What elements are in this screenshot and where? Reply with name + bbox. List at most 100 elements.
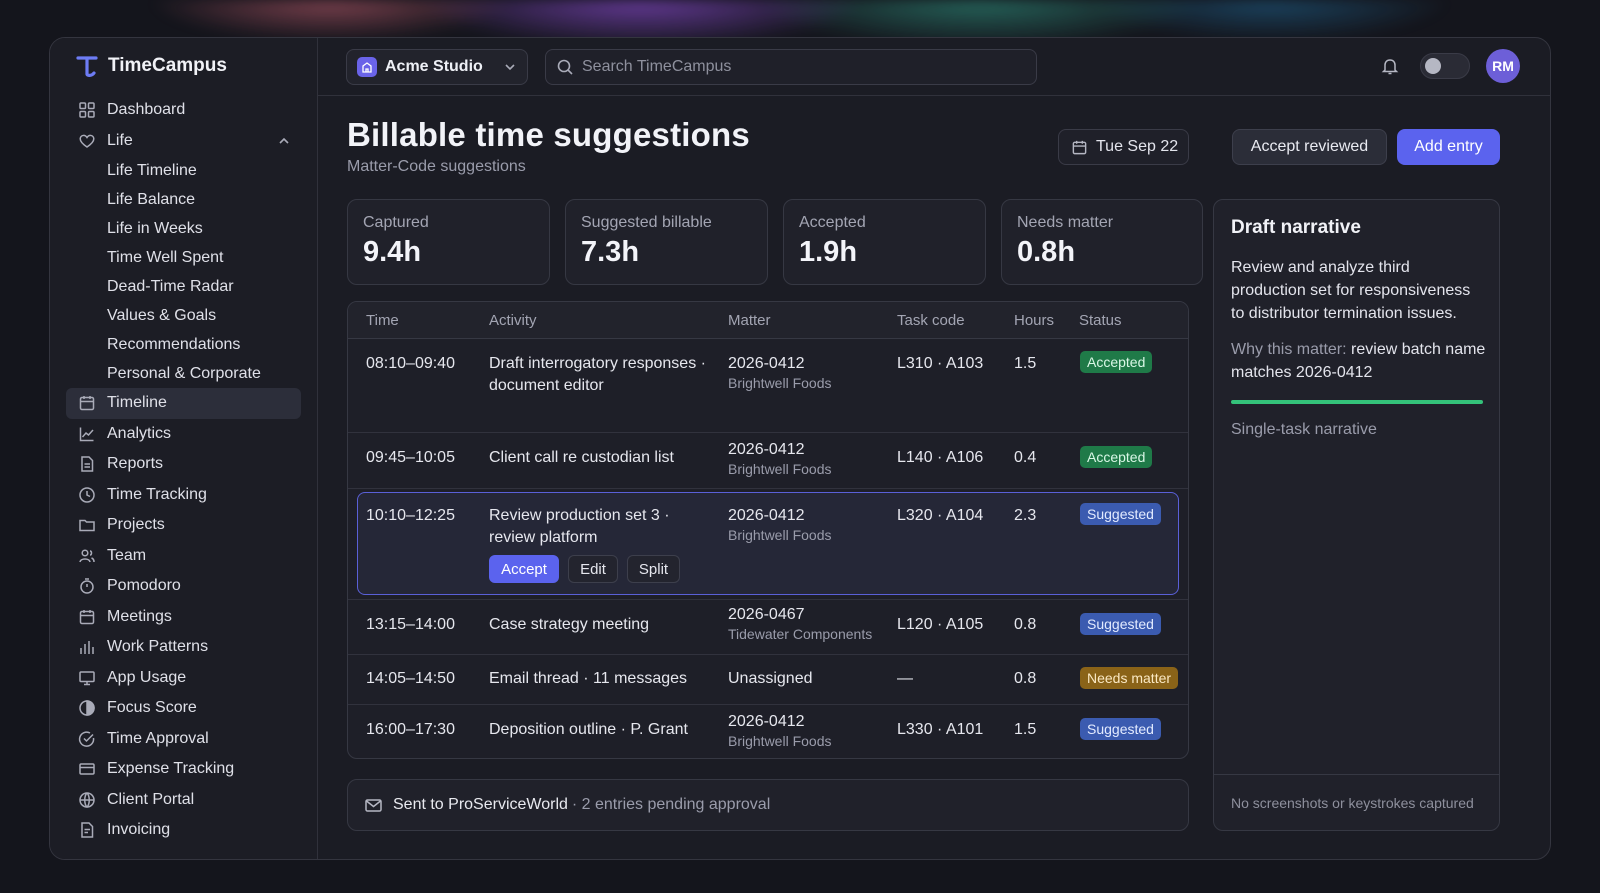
row-activity: Case strategy meeting xyxy=(489,616,650,633)
sidebar-item-work-patterns[interactable]: Work Patterns xyxy=(66,632,301,663)
table-row[interactable]: 14:05–14:50 Email thread · 11 messages U… xyxy=(348,655,1188,705)
sidebar-item-life[interactable]: Life xyxy=(66,126,301,157)
sidebar-item-client-portal[interactable]: Client Portal xyxy=(66,785,301,816)
sidebar-item-label: Life Balance xyxy=(107,190,196,208)
sidebar-item-life-balance[interactable]: Life Balance xyxy=(66,185,301,214)
col-time[interactable]: Time xyxy=(366,312,399,329)
sidebar-item-recommendations[interactable]: Recommendations xyxy=(66,330,301,359)
sidebar-item-life-timeline[interactable]: Life Timeline xyxy=(66,156,301,185)
sidebar-item-time-tracking[interactable]: Time Tracking xyxy=(66,480,301,511)
timecampus-logo-icon xyxy=(76,56,98,77)
split-button[interactable]: Split xyxy=(627,555,680,583)
row-matter: 2026-0467 Tidewater Components xyxy=(728,606,872,642)
edit-button[interactable]: Edit xyxy=(568,555,618,583)
sidebar-item-projects[interactable]: Projects xyxy=(66,510,301,541)
dashboard-icon xyxy=(78,101,96,119)
sidebar-item-time-well-spent[interactable]: Time Well Spent xyxy=(66,243,301,272)
status-badge: Accepted xyxy=(1080,351,1153,373)
avatar[interactable]: RM xyxy=(1486,49,1520,83)
narrative-text[interactable]: Review and analyze third production set … xyxy=(1231,256,1487,325)
date-label: Tue Sep 22 xyxy=(1096,138,1179,155)
add-entry-button[interactable]: Add entry xyxy=(1397,129,1500,165)
sidebar-item-label: Time Tracking xyxy=(107,485,207,503)
check-circle-icon xyxy=(78,730,96,748)
folder-icon xyxy=(78,516,96,534)
date-picker-button[interactable]: Tue Sep 22 xyxy=(1058,129,1189,165)
sidebar-item-reports[interactable]: Reports xyxy=(66,449,301,480)
table-header: Time Activity Matter Task code Hours Sta… xyxy=(348,302,1188,339)
table-row[interactable]: 09:45–10:05 Client call re custodian lis… xyxy=(348,433,1188,489)
sidebar-item-label: Projects xyxy=(107,516,165,534)
sidebar-item-analytics[interactable]: Analytics xyxy=(66,419,301,450)
sidebar-item-expense-tracking[interactable]: Expense Tracking xyxy=(66,754,301,785)
sidebar-item-dead-time-radar[interactable]: Dead-Time Radar xyxy=(66,272,301,301)
accept-button[interactable]: Accept xyxy=(489,555,559,583)
col-matter[interactable]: Matter xyxy=(728,312,771,329)
sidebar-item-label: Timeline xyxy=(107,394,167,412)
row-matter: 2026-0412 Brightwell Foods xyxy=(728,441,832,477)
sidebar-item-focus-score[interactable]: Focus Score xyxy=(66,693,301,724)
sidebar-item-label: Time Approval xyxy=(107,729,209,747)
sync-destination: Sent to ProServiceWorld xyxy=(393,796,568,813)
col-activity[interactable]: Activity xyxy=(489,312,537,329)
building-icon xyxy=(357,56,377,77)
sidebar-item-label: Meetings xyxy=(107,607,172,625)
stat-label: Captured xyxy=(363,214,429,231)
sidebar-item-label: App Usage xyxy=(107,668,187,686)
table-row[interactable]: 13:15–14:00 Case strategy meeting 2026-0… xyxy=(348,600,1188,655)
row-matter: Unassigned xyxy=(728,670,813,687)
matter-code: 2026-0412 xyxy=(728,713,805,730)
sidebar-item-timeline[interactable]: Timeline xyxy=(66,388,301,419)
chevron-up-icon[interactable] xyxy=(277,134,291,148)
sidebar-item-dashboard[interactable]: Dashboard xyxy=(66,95,301,126)
monitor-icon xyxy=(78,669,96,687)
suggestions-table: Time Activity Matter Task code Hours Sta… xyxy=(347,301,1189,759)
table-row[interactable]: 16:00–17:30 Deposition outline · P. Gran… xyxy=(348,705,1188,758)
table-row[interactable]: 08:10–09:40 Draft interrogatory response… xyxy=(348,339,1188,433)
search-input[interactable]: Search TimeCampus xyxy=(545,48,1037,85)
row-hours: 2.3 xyxy=(1014,507,1037,524)
bell-icon[interactable] xyxy=(1380,56,1400,76)
row-time: 14:05–14:50 xyxy=(366,670,455,687)
app-window: TimeCampus Dashboard Life Life Timeline … xyxy=(49,37,1551,860)
sidebar-item-label: Dashboard xyxy=(107,101,186,119)
stat-value: 7.3h xyxy=(581,236,640,268)
row-task-code: L140 · A106 xyxy=(897,449,984,466)
theme-toggle[interactable] xyxy=(1420,53,1470,79)
col-hours[interactable]: Hours xyxy=(1014,312,1054,329)
org-switcher[interactable]: Acme Studio xyxy=(346,48,528,85)
page-subtitle: Matter-Code suggestions xyxy=(347,158,526,175)
row-matter: 2026-0412 Brightwell Foods xyxy=(728,507,832,543)
brand[interactable]: TimeCampus xyxy=(76,52,301,80)
sidebar-item-label: Client Portal xyxy=(107,790,195,808)
privacy-note: No screenshots or keystrokes captured xyxy=(1214,774,1499,830)
client-name: Brightwell Foods xyxy=(728,375,832,391)
matter-reason: Why this matter: review batch name match… xyxy=(1231,338,1487,384)
row-activity: Review production set 3 · xyxy=(489,507,670,524)
accept-reviewed-button[interactable]: Accept reviewed xyxy=(1232,129,1387,165)
sidebar-item-values-goals[interactable]: Values & Goals xyxy=(66,301,301,330)
sidebar-item-pomodoro[interactable]: Pomodoro xyxy=(66,571,301,602)
sidebar-item-meetings[interactable]: Meetings xyxy=(66,602,301,633)
row-time: 13:15–14:00 xyxy=(366,616,455,633)
col-status[interactable]: Status xyxy=(1079,312,1122,329)
sidebar-item-team[interactable]: Team xyxy=(66,541,301,572)
table-row-selected[interactable]: 10:10–12:25 Review production set 3 · re… xyxy=(348,489,1188,600)
draft-narrative-panel: Draft narrative Review and analyze third… xyxy=(1213,199,1500,831)
row-activity: Deposition outline · P. Grant xyxy=(489,721,688,738)
calendar-icon xyxy=(1072,140,1087,154)
sidebar-item-invoicing[interactable]: Invoicing xyxy=(66,815,301,846)
col-task-code[interactable]: Task code xyxy=(897,312,965,329)
sidebar-item-label: Dead-Time Radar xyxy=(107,277,234,295)
stat-label: Suggested billable xyxy=(581,214,712,231)
sidebar-item-time-approval[interactable]: Time Approval xyxy=(66,724,301,755)
sidebar-item-app-usage[interactable]: App Usage xyxy=(66,663,301,694)
row-hours: 1.5 xyxy=(1014,355,1037,372)
sidebar-item-personal-corporate[interactable]: Personal & Corporate xyxy=(66,359,301,388)
org-name: Acme Studio xyxy=(385,57,483,75)
sidebar-item-label: Personal & Corporate xyxy=(107,364,261,382)
topbar-actions: RM xyxy=(1380,49,1520,83)
sidebar-item-life-in-weeks[interactable]: Life in Weeks xyxy=(66,214,301,243)
sidebar-nav: Dashboard Life Life Timeline Life Balanc… xyxy=(66,95,301,846)
status-badge: Accepted xyxy=(1080,446,1153,468)
